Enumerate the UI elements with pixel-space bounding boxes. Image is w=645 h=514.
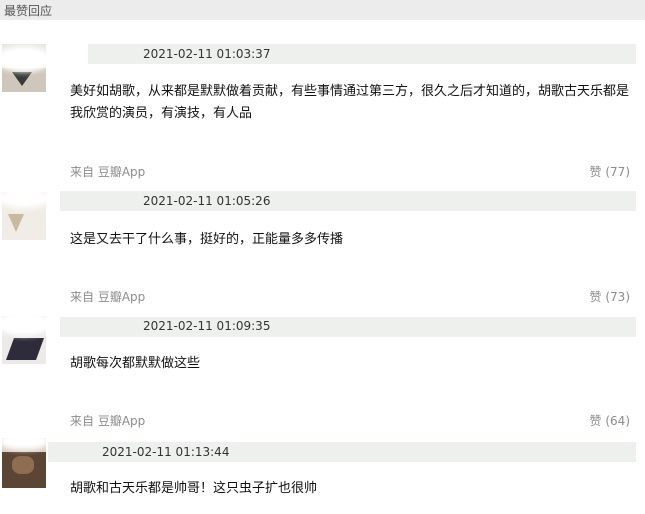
comment-source[interactable]: 来自 豆瓣App (70, 412, 145, 429)
like-button[interactable]: 赞 (64) (590, 412, 630, 429)
like-button[interactable]: 赞 (77) (590, 163, 630, 180)
comment-text: 美好如胡歌，从来都是默默做着贡献，有些事情通过第三方，很久之后才知道的，胡歌古天… (70, 84, 630, 121)
comment-source[interactable]: 来自 豆瓣App (70, 288, 145, 305)
comment-timestamp: 2021-02-11 01:05:26 (143, 194, 271, 208)
comment-footer: 来自 豆瓣App 赞 (73) (70, 288, 630, 306)
comment-footer: 来自 豆瓣App 赞 (77) (70, 163, 630, 181)
comment-timestamp: 2021-02-11 01:03:37 (143, 47, 271, 61)
comment-timestamp: 2021-02-11 01:13:44 (102, 445, 230, 459)
comment-source[interactable]: 来自 豆瓣App (70, 163, 145, 180)
comment-text: 胡歌和古天乐都是帅哥！这只虫子扩也很帅 (70, 481, 318, 496)
section-title: 最赞回应 (4, 4, 53, 18)
avatar[interactable] (2, 192, 46, 240)
avatar[interactable] (2, 44, 46, 92)
comment-text: 胡歌每次都默默做这些 (70, 356, 201, 371)
section-header: 最赞回应 (0, 0, 645, 20)
like-button[interactable]: 赞 (73) (590, 288, 630, 305)
comment-text: 这是又去干了什么事，挺好的，正能量多多传播 (70, 232, 344, 247)
avatar[interactable] (2, 438, 46, 488)
avatar[interactable] (2, 316, 46, 364)
comment-timestamp: 2021-02-11 01:09:35 (143, 319, 271, 333)
comment-footer: 来自 豆瓣App 赞 (64) (70, 412, 630, 430)
